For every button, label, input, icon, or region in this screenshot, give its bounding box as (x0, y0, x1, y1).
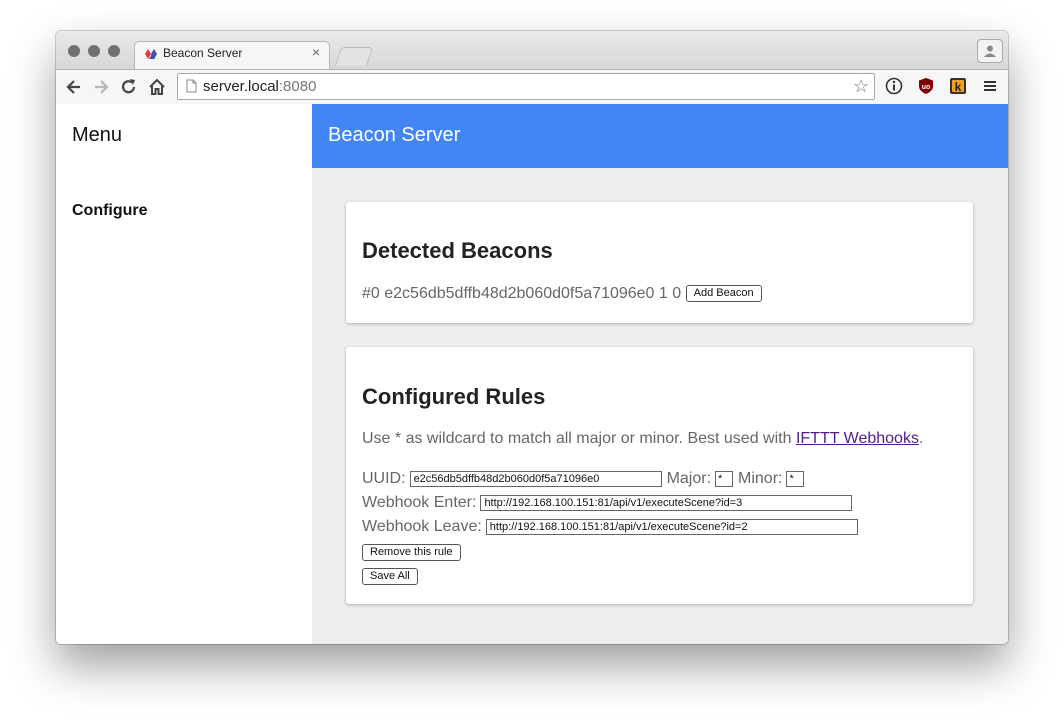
url-host: server.local (203, 78, 279, 95)
configured-rules-heading: Configured Rules (362, 384, 546, 409)
beacon-row: #0 e2c56db5dffb48d2b060d0f5a71096e0 1 0 … (362, 285, 762, 303)
minimize-window-button[interactable] (88, 45, 100, 57)
sidebar: Menu Configure (56, 104, 312, 644)
remove-rule-button[interactable]: Remove this rule (362, 544, 461, 561)
tab-strip: Beacon Server × (56, 31, 1008, 70)
ublock-extension-icon[interactable]: uo (917, 77, 935, 95)
hamburger-menu-icon[interactable] (981, 77, 999, 95)
browser-tab-content: Beacon Server × (144, 44, 334, 68)
back-icon[interactable] (64, 77, 84, 97)
hint-suffix: . (918, 430, 924, 447)
svg-text:k: k (955, 80, 962, 94)
svg-text:uo: uo (922, 84, 931, 91)
hint-text: Use * as wildcard to match all major or … (362, 430, 796, 447)
polymer-favicon-icon (144, 47, 158, 61)
new-tab-button[interactable] (334, 47, 374, 66)
browser-toolbar: server.local:8080 ☆ uo k (56, 69, 1008, 105)
close-window-button[interactable] (68, 45, 80, 57)
major-input[interactable] (715, 471, 734, 487)
beacon-uuid: e2c56db5dffb48d2b060d0f5a71096e0 (384, 285, 655, 302)
webhook-enter-label: Webhook Enter: (362, 494, 477, 511)
keeper-extension-icon[interactable]: k (949, 77, 967, 95)
address-bar[interactable]: server.local:8080 ☆ (177, 73, 875, 100)
beacon-major: 1 (658, 285, 668, 302)
profile-button[interactable] (977, 39, 1003, 63)
add-beacon-button[interactable]: Add Beacon (685, 285, 762, 302)
save-all-button[interactable]: Save All (362, 568, 418, 585)
main-content: Beacon Server Detected Beacons #0 e2c56d… (312, 104, 1008, 644)
maximize-window-button[interactable] (108, 45, 120, 57)
url-port: :8080 (278, 78, 317, 95)
webhook-enter-row: Webhook Enter: (362, 494, 853, 512)
person-icon (984, 45, 996, 57)
beacon-minor: 0 (672, 285, 682, 302)
rules-hint: Use * as wildcard to match all major or … (362, 430, 923, 448)
forward-icon[interactable] (91, 77, 111, 97)
app-title: Beacon Server (328, 124, 461, 146)
detected-beacons-card: Detected Beacons #0 e2c56db5dffb48d2b060… (346, 202, 973, 323)
ifttt-webhooks-link[interactable]: IFTTT Webhooks (796, 430, 919, 447)
beacon-index: #0 (362, 285, 380, 302)
home-icon[interactable] (147, 77, 167, 97)
minor-label: Minor: (738, 470, 783, 487)
bookmark-star-icon[interactable]: ☆ (853, 76, 869, 96)
sidebar-item-configure[interactable]: Configure (72, 202, 148, 220)
page-icon (186, 79, 197, 98)
webhook-leave-input[interactable] (485, 519, 858, 535)
uuid-input[interactable] (409, 471, 662, 487)
uuid-label: UUID: (362, 470, 406, 487)
webhook-leave-row: Webhook Leave: (362, 518, 858, 536)
detected-beacons-heading: Detected Beacons (362, 238, 553, 263)
tab-title: Beacon Server (163, 46, 243, 60)
tab-close-icon[interactable]: × (312, 44, 320, 60)
address-url: server.local:8080 (203, 78, 316, 95)
app-header: Beacon Server (312, 104, 1008, 168)
major-label: Major: (666, 470, 712, 487)
minor-input[interactable] (786, 471, 805, 487)
reload-icon[interactable] (119, 77, 139, 97)
configured-rules-card: Configured Rules Use * as wildcard to ma… (346, 347, 973, 604)
menu-title: Menu (72, 124, 123, 146)
info-extension-icon[interactable] (885, 77, 903, 95)
webhook-leave-label: Webhook Leave: (362, 518, 482, 535)
webhook-enter-input[interactable] (480, 495, 853, 511)
uuid-row: UUID: Major: Minor: (362, 470, 805, 488)
browser-window: Beacon Server × server.local:8080 ☆ uo k… (56, 31, 1008, 644)
